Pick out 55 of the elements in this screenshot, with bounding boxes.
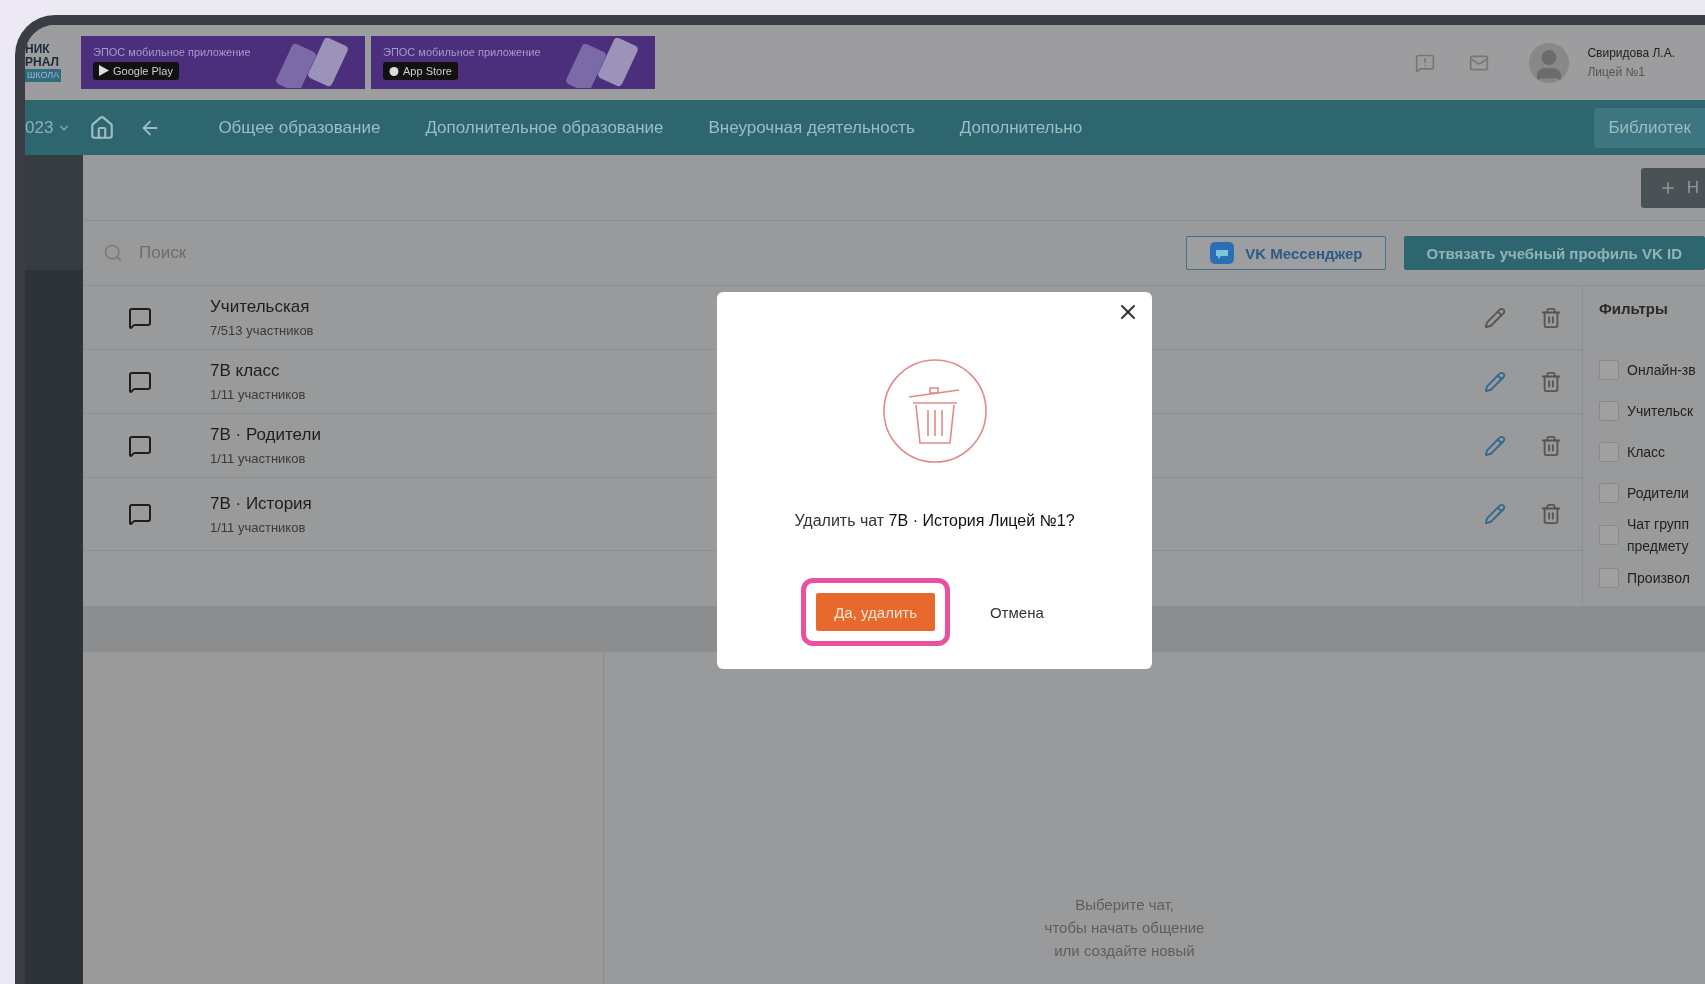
chat-name: 7В · Родители [210, 425, 321, 445]
year-selector[interactable]: 023 [25, 117, 78, 138]
nav-link[interactable]: Дополнительно [959, 117, 1083, 138]
new-chat-button[interactable]: Н [1640, 167, 1705, 208]
chat-bubble-icon [128, 502, 152, 526]
unlink-profile-button[interactable]: Отвязать учебный профиль VK ID [1403, 236, 1705, 270]
filter-label: Произвол [1627, 568, 1691, 588]
chat-members: 1/11 участников [210, 387, 306, 402]
search-icon [103, 243, 123, 263]
chat-app-icon [1209, 241, 1236, 265]
nav-link[interactable]: Дополнительное образование [425, 117, 664, 138]
chat-name: 7В · История [210, 493, 312, 514]
library-button[interactable]: Библиотек [1594, 107, 1705, 148]
user-name: Свиридова Л.А. [1587, 46, 1675, 60]
delete-icon[interactable] [1540, 306, 1562, 329]
filter-label: Чат групп предмету [1627, 515, 1690, 556]
store-badge[interactable]: App Store [383, 61, 458, 80]
banner-title: ЭПОС мобильное приложение [383, 45, 541, 58]
nav-link[interactable]: Внеурочная деятельность [708, 117, 915, 138]
store-badge[interactable]: Google Play [93, 61, 179, 80]
filter-label: Учительск [1627, 401, 1695, 421]
chat-name: Учительская [210, 297, 310, 317]
edit-icon[interactable] [1484, 306, 1506, 329]
delete-icon[interactable] [1540, 434, 1562, 457]
edit-icon[interactable] [1484, 434, 1506, 457]
cancel-button[interactable]: Отмена [985, 597, 1048, 627]
chat-bubble-icon [128, 305, 152, 330]
logo: НИК РНАЛ ШКОЛА [25, 43, 63, 82]
chat-bubble-icon [128, 433, 152, 458]
edit-icon[interactable] [1484, 370, 1506, 393]
filters-title: Фильтры [1599, 300, 1669, 317]
filter-label: Родители [1627, 483, 1690, 503]
nav-link[interactable]: Общее образование [218, 117, 381, 138]
empty-state-text: Выберите чат, чтобы начать общение или создайте новый [1044, 895, 1205, 961]
messenger-button[interactable]: VK Мессенджер [1186, 236, 1386, 270]
play-icon [99, 65, 109, 76]
chat-bubble-icon [128, 369, 152, 394]
feedback-icon[interactable] [1415, 52, 1436, 73]
dialog-message: Удалить чат 7В · История Лицей №1? [794, 512, 1075, 530]
confirm-delete-button[interactable]: Да, удалить [816, 593, 935, 631]
delete-icon[interactable] [1540, 503, 1562, 525]
chat-name: 7В класс [210, 361, 280, 381]
banner-title: ЭПОС мобильное приложение [93, 45, 251, 58]
filter-label: Класс [1627, 442, 1667, 462]
delete-icon[interactable] [1540, 370, 1562, 393]
filter-label: Онлайн-зв [1627, 360, 1697, 380]
user-school: Лицей №1 [1587, 65, 1646, 79]
chat-members: 1/11 участников [210, 519, 306, 535]
chat-members: 7/513 участников [210, 323, 314, 338]
edit-icon[interactable] [1484, 503, 1506, 525]
chat-members: 1/11 участников [210, 451, 306, 466]
home-icon[interactable] [89, 114, 116, 141]
app-banner[interactable]: ЭПОС мобильное приложение Google Play [81, 36, 365, 89]
app-banner[interactable]: ЭПОС мобильное приложение App Store [371, 36, 655, 89]
trash-icon [881, 358, 988, 464]
